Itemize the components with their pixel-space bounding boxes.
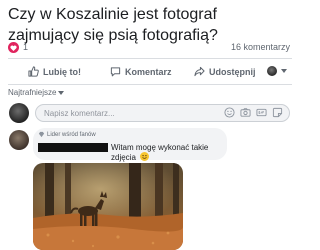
gif-icon[interactable]	[256, 107, 267, 118]
share-button[interactable]: Udostępnij	[194, 66, 256, 77]
comment-input-placeholder: Napisz komentarz...	[44, 109, 115, 118]
emoji-icon[interactable]	[224, 107, 235, 118]
profile-selector[interactable]	[267, 66, 287, 76]
sort-label: Najtrafniejsze	[8, 88, 57, 97]
commenter-avatar[interactable]	[9, 130, 29, 150]
share-label: Udostępnij	[209, 66, 256, 77]
comment-photo[interactable]	[33, 163, 183, 250]
reactions-row: 1 16 komentarzy	[8, 40, 292, 56]
chevron-down-icon	[281, 69, 287, 73]
heart-icon[interactable]	[8, 42, 19, 53]
badge-label: Lider wśród fanów	[47, 131, 96, 138]
comment-sort-dropdown[interactable]: Najtrafniejsze	[8, 88, 65, 97]
speech-bubble-icon	[110, 67, 121, 77]
divider	[8, 58, 292, 59]
camera-icon[interactable]	[240, 107, 251, 118]
chevron-down-icon	[58, 90, 65, 95]
comment-button[interactable]: Komentarz	[110, 66, 172, 77]
comment-input[interactable]: Napisz komentarz...	[35, 104, 290, 122]
sticker-icon[interactable]	[272, 107, 283, 118]
divider	[8, 84, 292, 85]
like-button[interactable]: Lubię to!	[28, 66, 81, 77]
smile-emoji	[140, 152, 150, 161]
comment-bubble: Lider wśród fanów Witam mogę wykonać tak…	[33, 128, 227, 162]
diamond-icon	[38, 131, 45, 138]
comment-label: Komentarz	[125, 66, 172, 77]
thumbs-up-icon	[28, 66, 39, 77]
reaction-count[interactable]: 1	[23, 42, 28, 52]
small-avatar	[267, 66, 277, 76]
like-label: Lubię to!	[43, 66, 81, 77]
commenter-name-redacted[interactable]	[38, 143, 108, 152]
comment-count-link[interactable]: 16 komentarzy	[231, 42, 290, 52]
composer-icons	[224, 107, 283, 118]
action-bar: Lubię to! Komentarz Udostępnij	[8, 60, 292, 84]
avatar[interactable]	[9, 103, 29, 123]
comment-text-body: Witam mogę wykonać takie zdjęcia	[111, 143, 209, 162]
share-arrow-icon	[194, 66, 205, 77]
comment-text: Witam mogę wykonać takie zdjęcia	[111, 143, 227, 162]
top-fan-badge: Lider wśród fanów	[38, 131, 96, 138]
